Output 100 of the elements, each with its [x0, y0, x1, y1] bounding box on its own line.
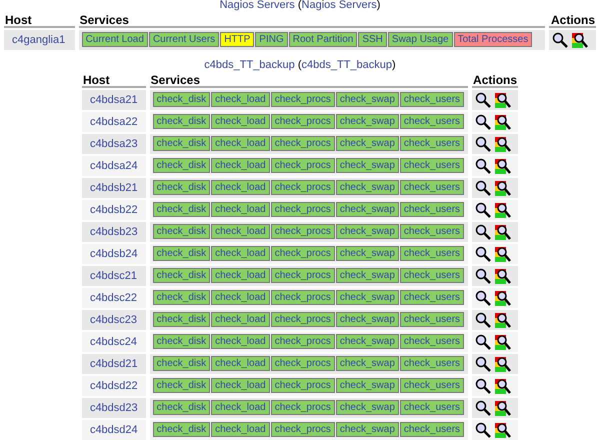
- service-status-button[interactable]: check_disk: [152, 422, 210, 438]
- group-name-link[interactable]: Nagios Servers: [302, 0, 377, 11]
- status-map-icon[interactable]: [494, 224, 512, 240]
- search-icon[interactable]: [475, 180, 492, 196]
- status-map-icon[interactable]: [494, 136, 512, 152]
- service-status-button[interactable]: check_disk: [152, 378, 210, 394]
- service-status-button[interactable]: check_load: [211, 224, 270, 240]
- search-icon[interactable]: [475, 356, 492, 372]
- service-status-button[interactable]: check_disk: [152, 202, 210, 218]
- search-icon[interactable]: [475, 290, 492, 306]
- service-status-button[interactable]: check_disk: [152, 400, 210, 416]
- service-status-button[interactable]: check_procs: [270, 202, 335, 218]
- service-status-button[interactable]: check_users: [400, 224, 464, 240]
- service-status-button[interactable]: check_swap: [336, 202, 399, 218]
- service-status-button[interactable]: Total Processes: [454, 32, 532, 48]
- status-map-icon[interactable]: [494, 334, 512, 350]
- service-status-button[interactable]: check_load: [211, 246, 270, 262]
- service-status-button[interactable]: check_load: [211, 400, 270, 416]
- service-status-button[interactable]: check_swap: [336, 422, 399, 438]
- search-icon[interactable]: [475, 334, 492, 350]
- service-status-button[interactable]: check_users: [400, 202, 464, 218]
- search-icon[interactable]: [475, 246, 492, 262]
- status-map-icon[interactable]: [571, 32, 588, 48]
- service-status-button[interactable]: check_load: [211, 334, 270, 350]
- group-name-link[interactable]: c4bds_TT_backup: [204, 59, 295, 71]
- service-status-button[interactable]: check_users: [400, 246, 464, 262]
- search-icon[interactable]: [475, 158, 492, 174]
- status-map-icon[interactable]: [494, 422, 512, 438]
- service-status-button[interactable]: check_procs: [270, 180, 335, 196]
- service-status-button[interactable]: check_swap: [336, 224, 399, 240]
- service-status-button[interactable]: check_users: [400, 356, 464, 372]
- service-status-button[interactable]: HTTP: [220, 32, 254, 48]
- status-map-icon[interactable]: [494, 246, 512, 262]
- service-status-button[interactable]: check_procs: [270, 92, 335, 108]
- service-status-button[interactable]: check_users: [400, 334, 464, 350]
- service-status-button[interactable]: check_procs: [270, 312, 335, 328]
- status-map-icon[interactable]: [494, 158, 512, 174]
- service-status-button[interactable]: check_users: [400, 378, 464, 394]
- service-status-button[interactable]: check_load: [211, 378, 270, 394]
- service-status-button[interactable]: check_swap: [336, 136, 399, 152]
- group-name-link[interactable]: Nagios Servers: [220, 0, 295, 11]
- service-status-button[interactable]: check_procs: [270, 136, 335, 152]
- service-status-button[interactable]: check_load: [211, 356, 270, 372]
- service-status-button[interactable]: check_swap: [336, 158, 399, 174]
- status-map-icon[interactable]: [494, 202, 512, 218]
- service-status-button[interactable]: check_load: [211, 312, 270, 328]
- service-status-button[interactable]: check_load: [211, 268, 270, 284]
- search-icon[interactable]: [475, 202, 492, 218]
- service-status-button[interactable]: check_users: [400, 400, 464, 416]
- service-status-button[interactable]: check_swap: [336, 334, 399, 350]
- service-status-button[interactable]: check_swap: [336, 114, 399, 130]
- service-status-button[interactable]: check_disk: [152, 158, 210, 174]
- service-status-button[interactable]: check_users: [400, 158, 464, 174]
- status-map-icon[interactable]: [494, 400, 512, 416]
- status-map-icon[interactable]: [494, 92, 512, 108]
- service-status-button[interactable]: check_disk: [152, 246, 210, 262]
- service-status-button[interactable]: check_swap: [336, 400, 399, 416]
- search-icon[interactable]: [475, 422, 492, 438]
- status-map-icon[interactable]: [494, 290, 512, 306]
- group-name-link[interactable]: c4bds_TT_backup: [302, 59, 392, 71]
- service-status-button[interactable]: SSH: [358, 32, 387, 48]
- search-icon[interactable]: [475, 400, 492, 416]
- search-icon[interactable]: [475, 114, 492, 130]
- status-map-icon[interactable]: [494, 378, 512, 394]
- service-status-button[interactable]: check_swap: [336, 312, 399, 328]
- service-status-button[interactable]: check_disk: [152, 312, 210, 328]
- service-status-button[interactable]: check_load: [211, 136, 270, 152]
- service-status-button[interactable]: check_swap: [336, 378, 399, 394]
- service-status-button[interactable]: check_users: [400, 290, 464, 306]
- service-status-button[interactable]: check_procs: [270, 114, 335, 130]
- service-status-button[interactable]: check_users: [400, 92, 464, 108]
- service-status-button[interactable]: check_users: [400, 136, 464, 152]
- search-icon[interactable]: [475, 378, 492, 394]
- service-status-button[interactable]: check_disk: [152, 356, 210, 372]
- service-status-button[interactable]: check_procs: [270, 356, 335, 372]
- service-status-button[interactable]: Current Load: [82, 32, 148, 48]
- service-status-button[interactable]: check_load: [211, 290, 270, 306]
- service-status-button[interactable]: check_procs: [270, 334, 335, 350]
- search-icon[interactable]: [475, 312, 492, 328]
- service-status-button[interactable]: check_disk: [152, 136, 210, 152]
- service-status-button[interactable]: check_disk: [152, 268, 210, 284]
- service-status-button[interactable]: check_users: [400, 180, 464, 196]
- status-map-icon[interactable]: [494, 312, 512, 328]
- search-icon[interactable]: [475, 224, 492, 240]
- service-status-button[interactable]: check_disk: [152, 92, 210, 108]
- service-status-button[interactable]: check_load: [211, 114, 270, 130]
- service-status-button[interactable]: PING: [255, 32, 288, 48]
- service-status-button[interactable]: check_load: [211, 180, 270, 196]
- service-status-button[interactable]: check_load: [211, 92, 270, 108]
- service-status-button[interactable]: check_swap: [336, 356, 399, 372]
- search-icon[interactable]: [552, 32, 568, 48]
- service-status-button[interactable]: check_swap: [336, 180, 399, 196]
- service-status-button[interactable]: check_load: [211, 158, 270, 174]
- service-status-button[interactable]: check_procs: [270, 378, 335, 394]
- service-status-button[interactable]: check_procs: [270, 268, 335, 284]
- service-status-button[interactable]: Swap Usage: [388, 32, 453, 48]
- service-status-button[interactable]: check_swap: [336, 268, 399, 284]
- status-map-icon[interactable]: [494, 268, 512, 284]
- search-icon[interactable]: [475, 268, 492, 284]
- service-status-button[interactable]: check_procs: [270, 400, 335, 416]
